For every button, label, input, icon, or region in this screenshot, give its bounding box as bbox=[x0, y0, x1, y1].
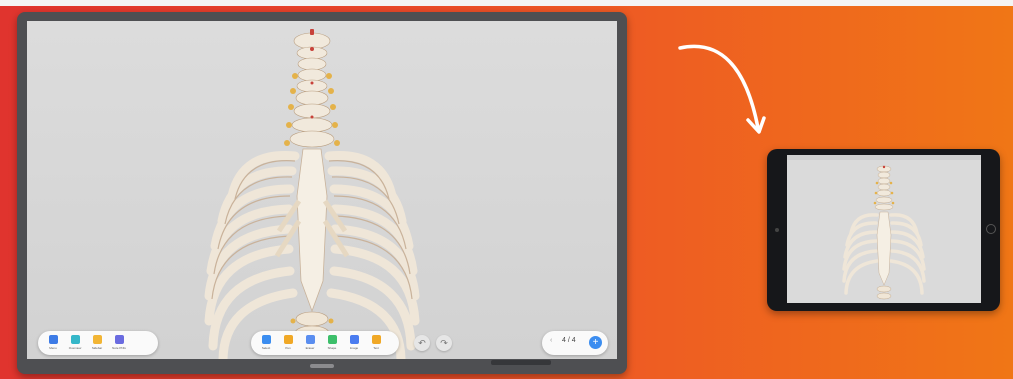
center-toolbar-select-button[interactable]: Select bbox=[255, 331, 277, 355]
display-logo bbox=[310, 364, 334, 368]
sternum bbox=[296, 148, 328, 313]
eraser-icon bbox=[305, 335, 315, 344]
tablet-home-button[interactable] bbox=[986, 224, 996, 234]
monitor-icon bbox=[70, 335, 80, 344]
toolbox-icon bbox=[371, 335, 381, 344]
display-screen: Menu Overview Sidebar Note PNG Select Pen Era… bbox=[27, 21, 617, 359]
menu-icon bbox=[48, 335, 58, 344]
left-toolbar-tool-label: Note PNG bbox=[112, 346, 126, 350]
tablet-ribcage-image bbox=[842, 165, 926, 300]
tablet-status-bar bbox=[787, 155, 981, 160]
document-icon bbox=[114, 335, 124, 344]
undo-icon: ↶ bbox=[418, 337, 426, 348]
center-toolbar: Select Pen Eraser Shape Image Text bbox=[251, 331, 399, 355]
add-page-button[interactable]: + bbox=[589, 336, 602, 349]
redo-icon: ↷ bbox=[440, 337, 448, 348]
tablet-device bbox=[767, 149, 1000, 311]
ribcage-image bbox=[204, 29, 420, 359]
center-toolbar-shape-button[interactable]: Shape bbox=[321, 331, 343, 355]
center-toolbar-tool-label: Select bbox=[261, 346, 271, 350]
center-toolbar-pen-button[interactable]: Pen bbox=[277, 331, 299, 355]
left-toolbar-note-png-button[interactable]: Note PNG bbox=[108, 331, 130, 355]
pin-icon bbox=[327, 335, 337, 344]
left-toolbar: Menu Overview Sidebar Note PNG bbox=[38, 331, 158, 355]
undo-button[interactable]: ↶ bbox=[414, 335, 430, 351]
left-toolbar-overview-button[interactable]: Overview bbox=[64, 331, 86, 355]
left-toolbar-tool-label: Sidebar bbox=[91, 346, 103, 350]
left-toolbar-sidebar-button[interactable]: Sidebar bbox=[86, 331, 108, 355]
left-toolbar-tool-label: Overview bbox=[68, 346, 82, 350]
layers-icon bbox=[349, 335, 359, 344]
center-toolbar-tool-label: Text bbox=[373, 346, 379, 350]
interactive-display: Menu Overview Sidebar Note PNG Select Pen Era… bbox=[17, 12, 627, 374]
top-strip bbox=[0, 0, 1013, 6]
pen-icon bbox=[283, 335, 293, 344]
redo-button[interactable]: ↷ bbox=[436, 335, 452, 351]
center-toolbar-tool-label: Shape bbox=[327, 346, 337, 350]
page-indicator: 4 / 4 bbox=[562, 337, 576, 344]
prev-page-button[interactable]: ‹ bbox=[550, 337, 552, 344]
center-toolbar-text-button[interactable]: Text bbox=[365, 331, 387, 355]
center-toolbar-eraser-button[interactable]: Eraser bbox=[299, 331, 321, 355]
pager: ‹ 4 / 4 + bbox=[542, 331, 608, 355]
center-toolbar-tool-label: Image bbox=[349, 346, 359, 350]
center-toolbar-image-button[interactable]: Image bbox=[343, 331, 365, 355]
tablet-camera bbox=[775, 228, 779, 232]
cursor-icon bbox=[261, 335, 271, 344]
tablet-screen bbox=[787, 155, 981, 303]
display-speaker-grille bbox=[491, 360, 551, 365]
folder-icon bbox=[92, 335, 102, 344]
left-toolbar-tool-label: Menu bbox=[49, 346, 57, 350]
curved-arrow-icon bbox=[678, 44, 766, 134]
left-toolbar-menu-button[interactable]: Menu bbox=[42, 331, 64, 355]
center-toolbar-tool-label: Pen bbox=[285, 346, 291, 350]
center-toolbar-tool-label: Eraser bbox=[305, 346, 315, 350]
